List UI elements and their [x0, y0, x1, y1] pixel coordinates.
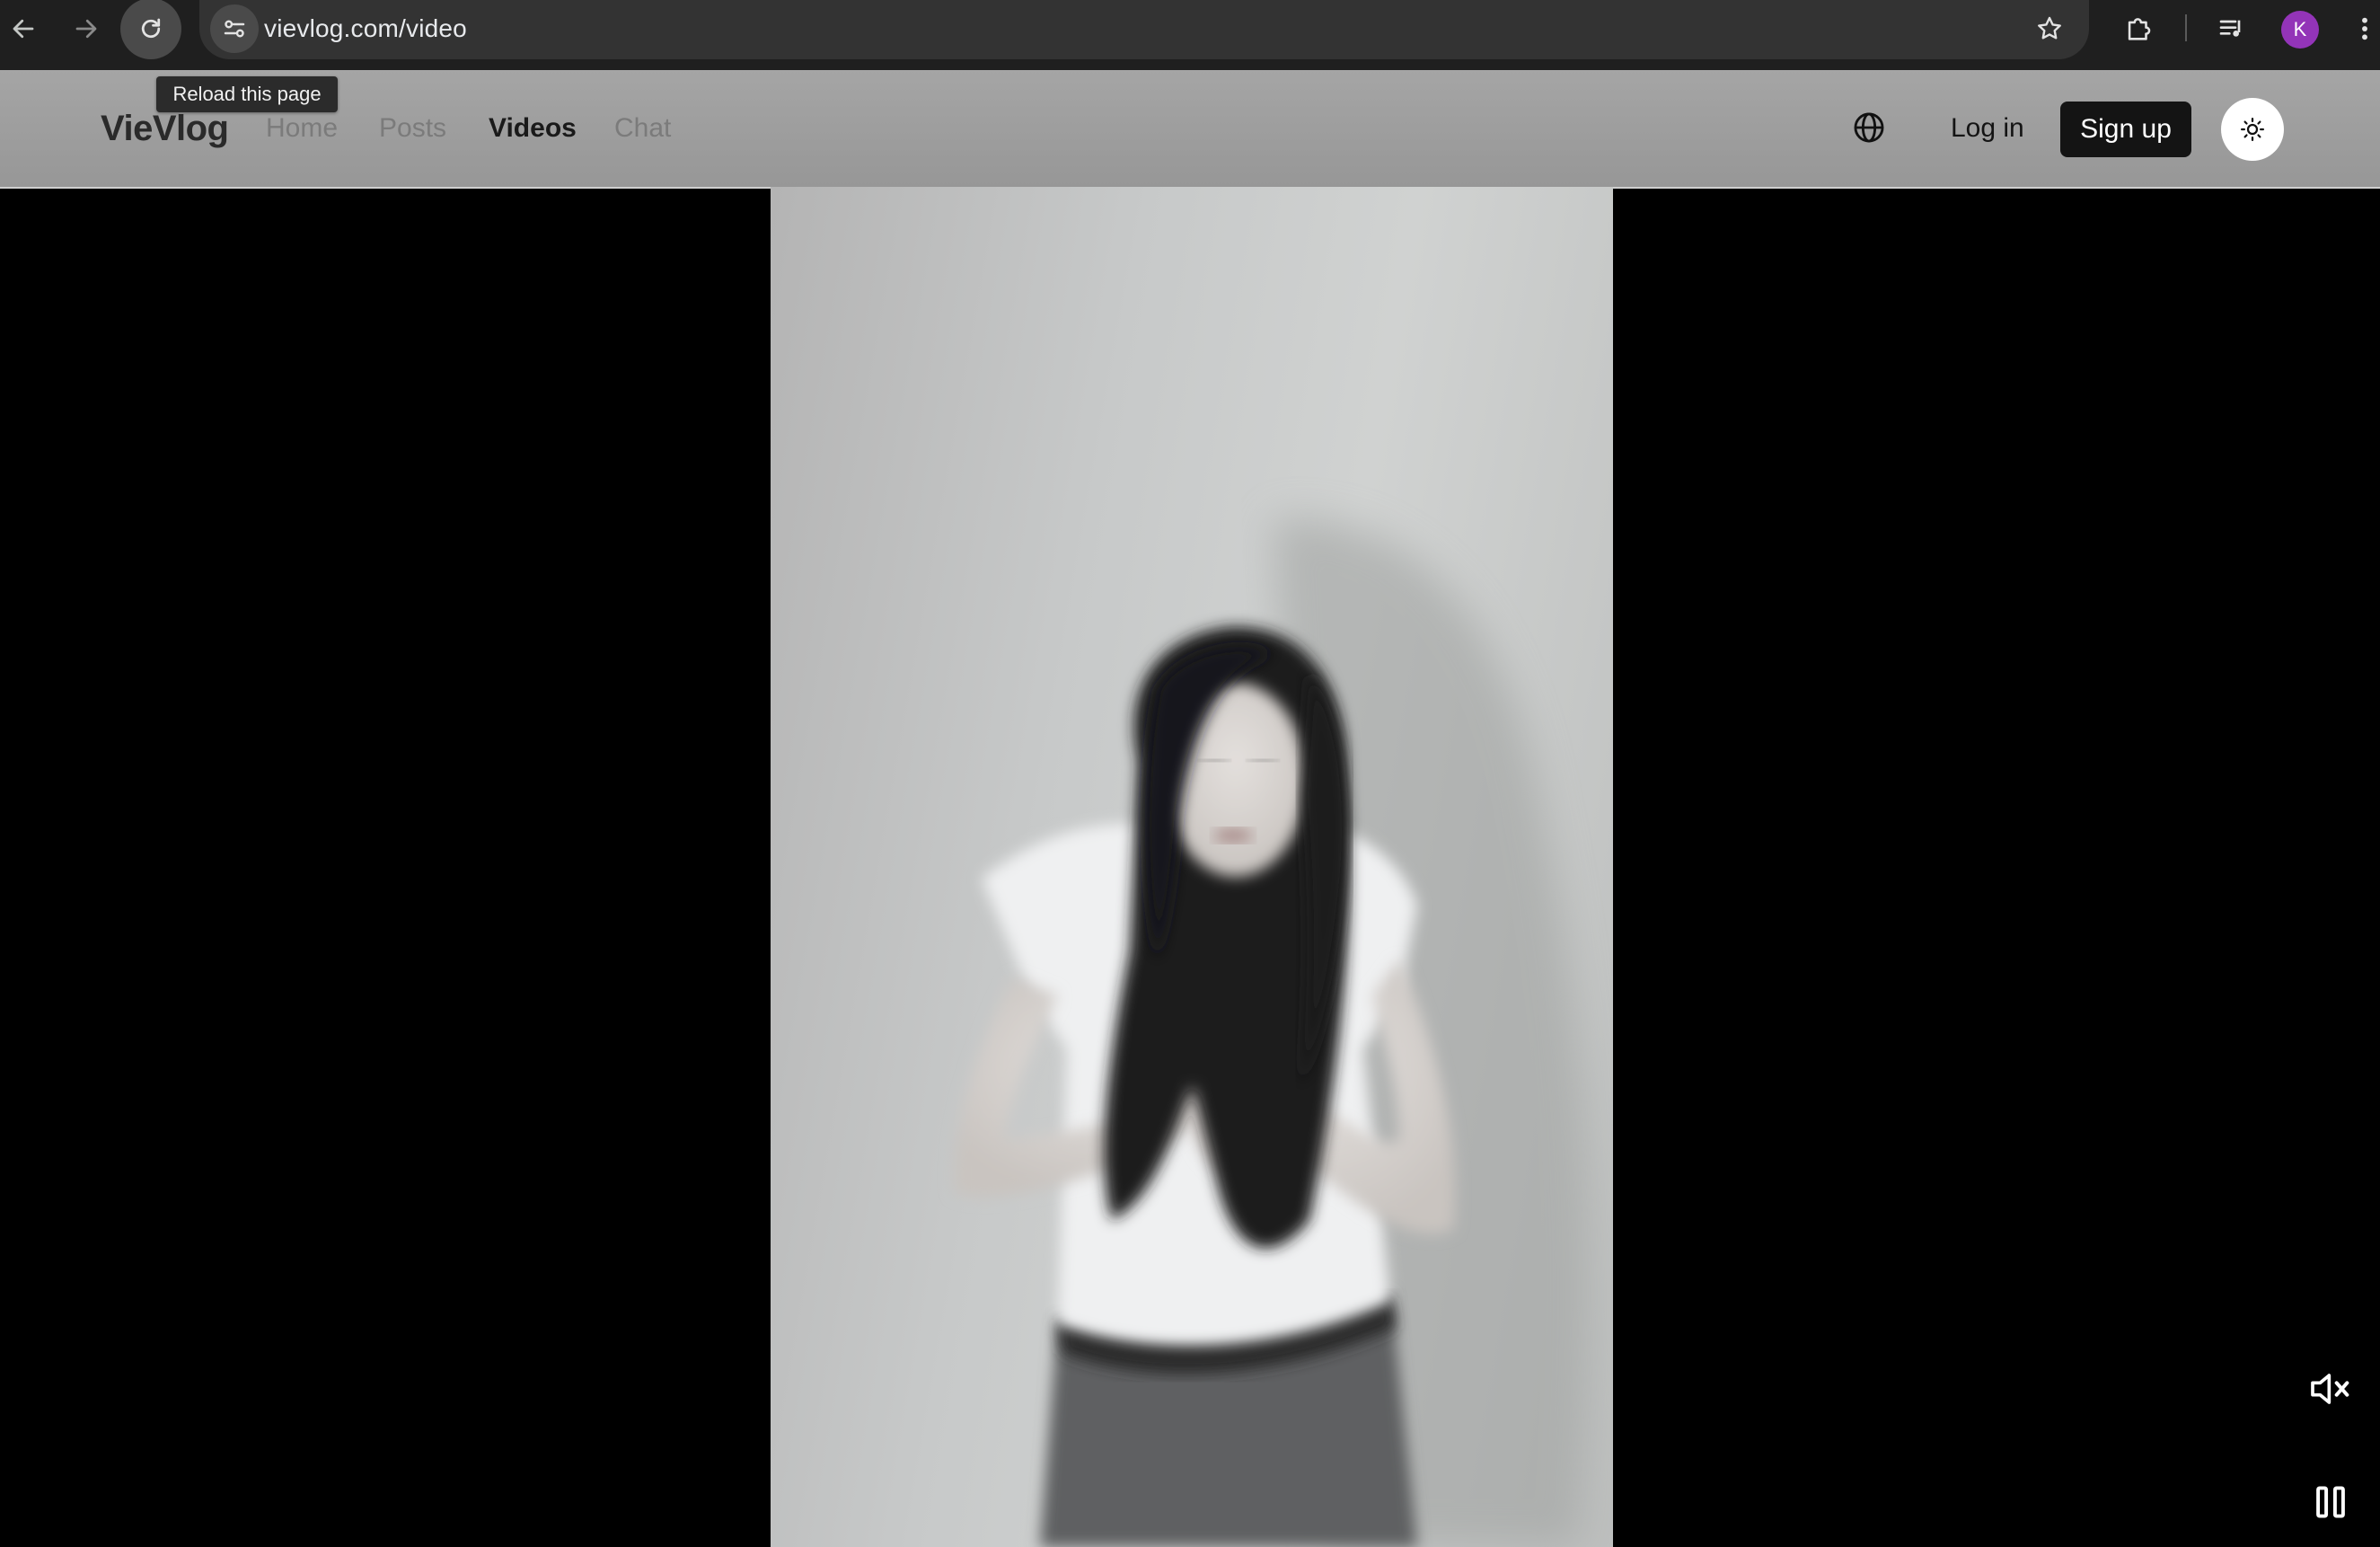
url-text[interactable]: vievlog.com/video [264, 0, 467, 57]
arrow-right-icon [75, 19, 97, 39]
video-player[interactable] [771, 187, 1613, 1547]
forward-button[interactable] [59, 0, 113, 57]
bookmark-button[interactable] [2035, 0, 2064, 57]
site-header: VieVlog Home Posts Videos Chat Log in Si… [0, 70, 2380, 189]
browser-menu-button[interactable] [2349, 0, 2380, 57]
media-queue-icon [2219, 20, 2241, 37]
address-bar[interactable]: vievlog.com/video [199, 0, 2089, 59]
pause-icon[interactable] [2315, 1486, 2346, 1518]
toolbar-divider [2185, 14, 2187, 41]
reload-tooltip: Reload this page [156, 76, 338, 112]
back-button[interactable] [0, 0, 47, 57]
signup-button[interactable]: Sign up [2060, 102, 2191, 157]
nav-posts[interactable]: Posts [379, 70, 446, 187]
profile-avatar[interactable]: K [2281, 11, 2319, 49]
reload-icon [141, 18, 161, 39]
extensions-button[interactable] [2116, 0, 2161, 57]
tune-icon [224, 20, 245, 38]
kebab-menu-icon [2362, 17, 2367, 40]
media-controls-button[interactable] [2209, 0, 2254, 57]
nav-videos[interactable]: Videos [489, 70, 577, 187]
globe-icon[interactable] [1852, 110, 1886, 145]
nav-chat[interactable]: Chat [614, 70, 671, 187]
speaker-muted-icon[interactable] [2308, 1371, 2353, 1407]
puzzle-icon [2128, 18, 2151, 40]
video-frame-image [954, 518, 1591, 1547]
arrow-left-icon [13, 19, 34, 39]
login-link[interactable]: Log in [1951, 70, 2024, 187]
browser-toolbar: vievlog.com/video K [0, 0, 2380, 70]
site-settings-button[interactable] [210, 4, 259, 53]
sun-icon [2241, 118, 2264, 141]
theme-toggle-button[interactable] [2221, 98, 2284, 161]
star-icon [2038, 16, 2061, 40]
reload-button[interactable] [120, 0, 181, 59]
